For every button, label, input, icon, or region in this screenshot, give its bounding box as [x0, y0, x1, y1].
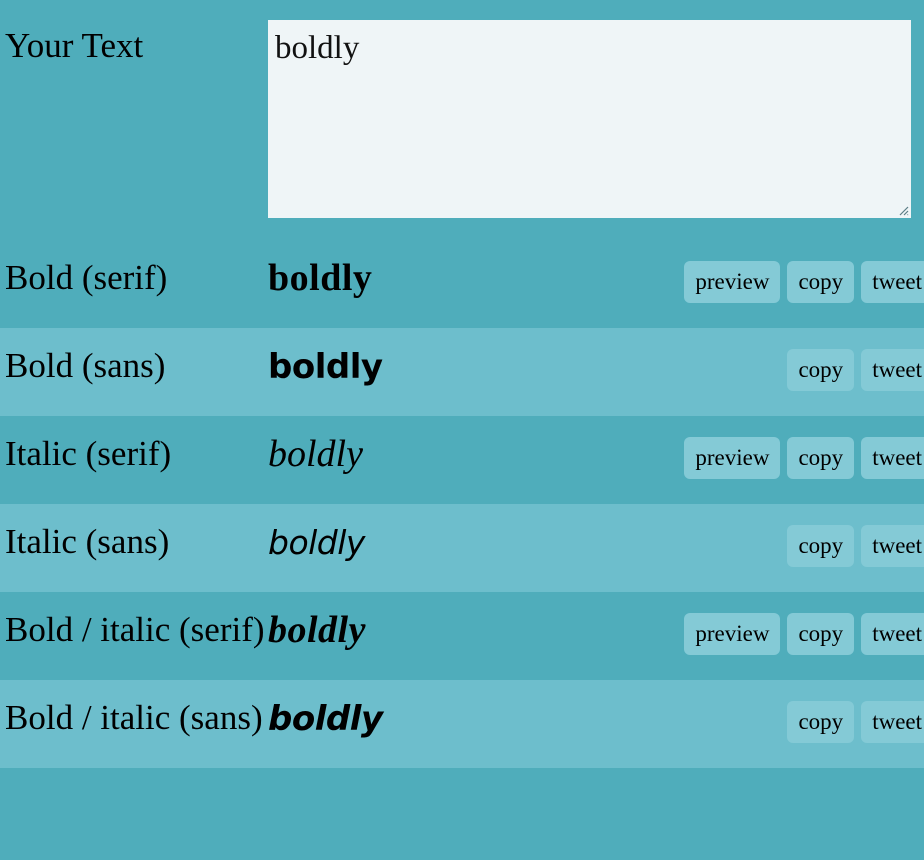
copy-button[interactable]: copy — [787, 349, 855, 391]
sample-row-label-cell: Bold (sans) — [0, 328, 268, 404]
sample-row-label: Bold (serif) — [5, 258, 168, 297]
sample-row-styled-text: boldly — [268, 257, 373, 299]
textarea-wrapper: boldly — [268, 0, 924, 218]
sample-row-preview-cell: boldly — [268, 328, 650, 391]
sample-row: Bold (sans) boldly copy tweet — [0, 328, 924, 416]
sample-row-actions: copy tweet — [650, 504, 924, 567]
sample-row-styled-text: boldly — [268, 347, 383, 387]
sample-row-actions: preview copy tweet — [650, 592, 924, 655]
sample-row-preview-cell: boldly — [268, 592, 650, 654]
sample-row-preview-cell: boldly — [268, 240, 650, 302]
sample-row-label-cell: Italic (sans) — [0, 504, 268, 580]
sample-row-styled-text: boldly — [268, 523, 365, 562]
copy-button[interactable]: copy — [787, 437, 855, 479]
copy-button[interactable]: copy — [787, 261, 855, 303]
sample-row-label-cell: Bold / italic (serif) — [0, 592, 268, 668]
sample-row-label-cell: Bold (serif) — [0, 240, 268, 316]
tweet-button[interactable]: tweet — [861, 613, 924, 655]
sample-row-preview-cell: boldly — [268, 680, 650, 743]
tweet-button[interactable]: tweet — [861, 525, 924, 567]
sample-row-label: Italic (sans) — [5, 522, 170, 561]
preview-button[interactable]: preview — [684, 437, 781, 479]
copy-button[interactable]: copy — [787, 525, 855, 567]
sample-row-label: Bold / italic (serif) — [5, 610, 265, 649]
sample-row-actions: copy tweet — [650, 680, 924, 743]
copy-button[interactable]: copy — [787, 613, 855, 655]
sample-row: Italic (serif) boldly preview copy tweet — [0, 416, 924, 504]
preview-button[interactable]: preview — [684, 613, 781, 655]
input-row-label-cell: Your Text — [0, 0, 268, 70]
sample-row-styled-text: boldly — [268, 609, 366, 651]
input-row: Your Text boldly — [0, 0, 924, 240]
tweet-button[interactable]: tweet — [861, 261, 924, 303]
sample-row-actions: preview copy tweet — [650, 416, 924, 479]
your-text-label: Your Text — [5, 26, 144, 65]
sample-row: Bold (serif) boldly preview copy tweet — [0, 240, 924, 328]
sample-row-actions: copy tweet — [650, 328, 924, 391]
preview-button[interactable]: preview — [684, 261, 781, 303]
sample-row-styled-text: boldly — [268, 433, 363, 475]
copy-button[interactable]: copy — [787, 701, 855, 743]
sample-row-label-cell: Bold / italic (sans) — [0, 680, 268, 756]
sample-row-preview-cell: boldly — [268, 416, 650, 478]
sample-row-label: Bold / italic (sans) — [5, 698, 263, 737]
sample-row-label: Bold (sans) — [5, 346, 166, 385]
tweet-button[interactable]: tweet — [861, 349, 924, 391]
tweet-button[interactable]: tweet — [861, 437, 924, 479]
app-root: Your Text boldly Bold (serif) boldly previ… — [0, 0, 924, 860]
sample-row-label: Italic (serif) — [5, 434, 172, 473]
tweet-button[interactable]: tweet — [861, 701, 924, 743]
sample-rows-container: Bold (serif) boldly preview copy tweet Bold (… — [0, 240, 924, 768]
sample-row-actions: preview copy tweet — [650, 240, 924, 303]
sample-row-preview-cell: boldly — [268, 504, 650, 567]
sample-row: Italic (sans) boldly copy tweet — [0, 504, 924, 592]
sample-row-label-cell: Italic (serif) — [0, 416, 268, 492]
sample-row: Bold / italic (sans) boldly copy tweet — [0, 680, 924, 768]
sample-row-styled-text: boldly — [268, 699, 383, 739]
your-text-input[interactable]: boldly — [268, 20, 911, 218]
sample-row: Bold / italic (serif) boldly preview copy tw… — [0, 592, 924, 680]
